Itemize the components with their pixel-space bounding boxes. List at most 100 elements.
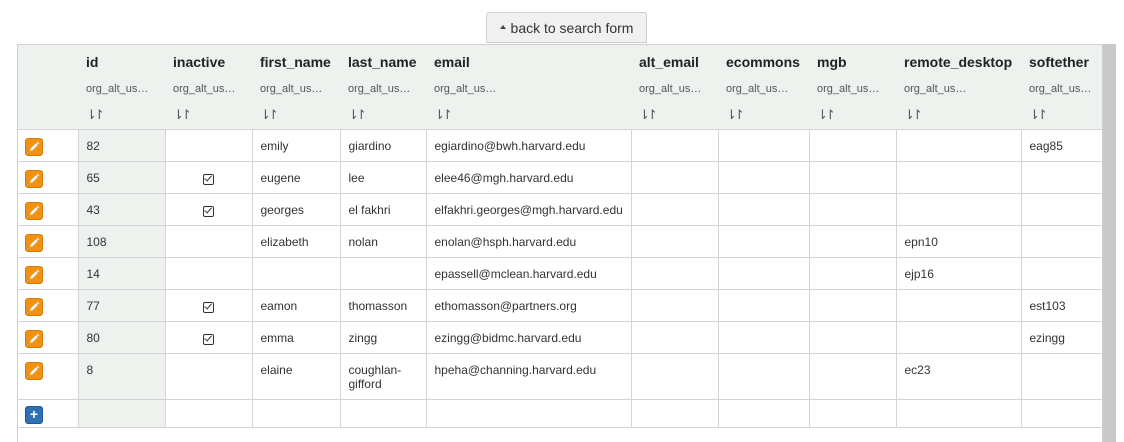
column-header-email[interactable]: email [426, 45, 631, 77]
cell-alt-email [630, 224, 719, 258]
cell-id: 8 [77, 352, 166, 400]
cell-inactive [164, 320, 253, 354]
column-source-label: org_alt_us… [1021, 77, 1102, 101]
empty-cell [717, 398, 810, 428]
cell-email: ethomasson@partners.org [425, 288, 632, 322]
sort-icon[interactable]: ⇂↾ [904, 107, 923, 123]
row-action-cell [18, 160, 79, 194]
pencil-icon [30, 301, 40, 311]
sort-icon[interactable]: ⇂↾ [726, 107, 745, 123]
cell-remote-desktop [895, 320, 1022, 354]
cell-first-name: eugene [251, 160, 341, 194]
checked-box-icon [203, 205, 214, 217]
back-to-search-button[interactable]: back to search form [486, 12, 647, 43]
header-corner-sort [18, 101, 78, 129]
cell-email: enolan@hsph.harvard.edu [425, 224, 632, 258]
column-header-first-name[interactable]: first_name [252, 45, 340, 77]
edit-row-button[interactable] [25, 265, 43, 284]
sort-icon[interactable]: ⇂↾ [260, 107, 279, 123]
cell-first-name [251, 256, 341, 290]
column-header-remote-desktop[interactable]: remote_desktop [896, 45, 1021, 77]
sort-icon[interactable]: ⇂↾ [348, 107, 367, 123]
cell-email: hpeha@channing.harvard.edu [425, 352, 632, 400]
edit-row-button[interactable] [25, 201, 43, 220]
cell-inactive [164, 192, 253, 226]
cell-ecommons [717, 352, 810, 400]
empty-cell [1020, 398, 1102, 428]
cell-mgb [808, 256, 897, 290]
cell-softether [1020, 160, 1102, 194]
table-header: id inactive first_name last_name email alt_em… [18, 45, 1102, 129]
edit-row-button[interactable] [25, 233, 43, 252]
cell-remote-desktop [895, 160, 1022, 194]
cell-softether: ezingg [1020, 320, 1102, 354]
cell-first-name: georges [251, 192, 341, 226]
sort-icon[interactable]: ⇂↾ [434, 107, 453, 123]
column-sort-cell: ⇂↾ [78, 101, 165, 129]
cell-remote-desktop: epn10 [895, 224, 1022, 258]
sort-icon[interactable]: ⇂↾ [173, 107, 192, 123]
cell-mgb [808, 192, 897, 226]
caret-up-icon [499, 25, 506, 29]
checked-box-icon [203, 333, 214, 345]
cell-softether [1020, 256, 1102, 290]
cell-remote-desktop: ec23 [895, 352, 1022, 400]
table-row: 43 georges el fakhri elfakhri.georges@mgh.h… [18, 192, 1102, 226]
table-row: 108 elizabeth nolan enolan@hsph.harvard.edu… [18, 224, 1102, 258]
vertical-scrollbar[interactable] [1103, 44, 1116, 442]
add-row-button[interactable]: + [25, 405, 43, 424]
cell-alt-email [630, 352, 719, 400]
row-action-cell [18, 128, 79, 162]
cell-mgb [808, 288, 897, 322]
column-sort-cell: ⇂↾ [896, 101, 1021, 129]
cell-ecommons [717, 192, 810, 226]
table-body: 82 emily giardino egiardino@bwh.harvard.edu… [18, 128, 1102, 428]
row-action-cell [18, 256, 79, 290]
column-header-id[interactable]: id [78, 45, 165, 77]
cell-id: 14 [77, 256, 166, 290]
edit-row-button[interactable] [25, 297, 43, 316]
column-sort-cell: ⇂↾ [718, 101, 809, 129]
cell-first-name: emily [251, 128, 341, 162]
column-header-mgb[interactable]: mgb [809, 45, 896, 77]
column-sort-cell: ⇂↾ [340, 101, 426, 129]
pencil-icon [30, 141, 40, 151]
cell-id: 80 [77, 320, 166, 354]
cell-id: 43 [77, 192, 166, 226]
sort-icon[interactable]: ⇂↾ [1029, 107, 1048, 123]
cell-remote-desktop [895, 288, 1022, 322]
cell-ecommons [717, 224, 810, 258]
cell-softether [1020, 224, 1102, 258]
cell-ecommons [717, 320, 810, 354]
column-source-label: org_alt_us… [340, 77, 426, 101]
column-header-last-name[interactable]: last_name [340, 45, 426, 77]
edit-row-button[interactable] [25, 137, 43, 156]
cell-alt-email [630, 288, 719, 322]
column-header-ecommons[interactable]: ecommons [718, 45, 809, 77]
cell-remote-desktop: ejp16 [895, 256, 1022, 290]
cell-email: egiardino@bwh.harvard.edu [425, 128, 632, 162]
cell-ecommons [717, 256, 810, 290]
cell-inactive [164, 160, 253, 194]
empty-cell [77, 398, 166, 428]
cell-email: elee46@mgh.harvard.edu [425, 160, 632, 194]
header-corner [18, 45, 78, 77]
cell-ecommons [717, 288, 810, 322]
column-source-label: org_alt_us… [78, 77, 165, 101]
edit-row-button[interactable] [25, 329, 43, 348]
cell-first-name: elaine [251, 352, 341, 400]
results-table: id inactive first_name last_name email alt_em… [18, 45, 1102, 428]
edit-row-button[interactable] [25, 361, 43, 380]
sort-icon[interactable]: ⇂↾ [86, 107, 105, 123]
sort-icon[interactable]: ⇂↾ [639, 107, 658, 123]
sort-icon[interactable]: ⇂↾ [817, 107, 836, 123]
table-row: 77 eamon thomasson ethomasson@partners.org e… [18, 288, 1102, 322]
row-action-cell [18, 224, 79, 258]
column-header-alt-email[interactable]: alt_email [631, 45, 718, 77]
column-sort-cell: ⇂↾ [252, 101, 340, 129]
column-header-inactive[interactable]: inactive [165, 45, 252, 77]
cell-first-name: eamon [251, 288, 341, 322]
edit-row-button[interactable] [25, 169, 43, 188]
column-header-softether[interactable]: softether [1021, 45, 1102, 77]
cell-inactive [164, 288, 253, 322]
